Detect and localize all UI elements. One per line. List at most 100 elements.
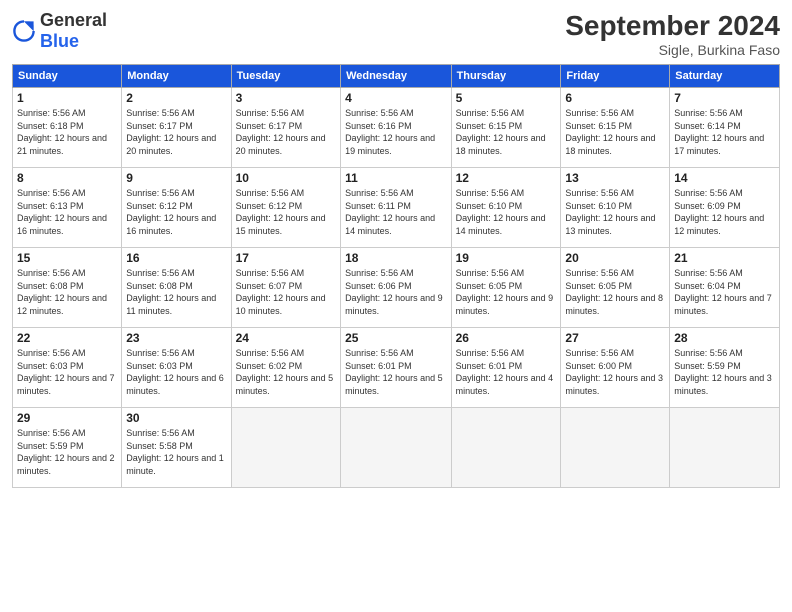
day-cell-10: 10 Sunrise: 5:56 AM Sunset: 6:12 PM Dayli… [231,168,340,248]
day-detail: Sunrise: 5:56 AM Sunset: 6:01 PM Dayligh… [345,347,447,397]
day-detail: Sunrise: 5:56 AM Sunset: 6:10 PM Dayligh… [565,187,665,237]
day-cell-30: 30Sunrise: 5:56 AM Sunset: 5:58 PM Dayli… [122,408,231,488]
empty-cell [561,408,670,488]
day-detail: Sunrise: 5:56 AM Sunset: 6:15 PM Dayligh… [456,107,557,157]
location-subtitle: Sigle, Burkina Faso [565,42,780,58]
day-cell-22: 22 Sunrise: 5:56 AM Sunset: 6:03 PM Dayli… [13,328,122,408]
header: General Blue September 2024 Sigle, Burki… [12,10,780,58]
day-cell-23: 23 Sunrise: 5:56 AM Sunset: 6:03 PM Dayli… [122,328,231,408]
weekday-header-tuesday: Tuesday [231,65,340,88]
day-number: 29 [17,411,117,425]
day-detail: Sunrise: 5:56 AM Sunset: 6:08 PM Dayligh… [17,267,117,317]
day-cell-3: 3 Sunrise: 5:56 AM Sunset: 6:17 PM Daylig… [231,88,340,168]
day-detail: Sunrise: 5:56 AM Sunset: 6:05 PM Dayligh… [565,267,665,317]
day-cell-18: 18 Sunrise: 5:56 AM Sunset: 6:06 PM Dayli… [341,248,452,328]
day-detail: Sunrise: 5:56 AM Sunset: 6:09 PM Dayligh… [674,187,775,237]
day-number: 3 [236,91,336,105]
day-number: 6 [565,91,665,105]
day-number: 5 [456,91,557,105]
day-detail: Sunrise: 5:56 AM Sunset: 6:08 PM Dayligh… [126,267,226,317]
weekday-header-monday: Monday [122,65,231,88]
day-detail: Sunrise: 5:56 AM Sunset: 6:13 PM Dayligh… [17,187,117,237]
day-cell-15: 15 Sunrise: 5:56 AM Sunset: 6:08 PM Dayli… [13,248,122,328]
empty-cell [670,408,780,488]
day-number: 9 [126,171,226,185]
day-cell-17: 17Sunrise: 5:56 AM Sunset: 6:07 PM Dayli… [231,248,340,328]
day-detail: Sunrise: 5:56 AM Sunset: 6:04 PM Dayligh… [674,267,775,317]
day-number: 4 [345,91,447,105]
day-detail: Sunrise: 5:56 AM Sunset: 6:14 PM Dayligh… [674,107,775,157]
day-cell-13: 13 Sunrise: 5:56 AM Sunset: 6:10 PM Dayli… [561,168,670,248]
day-number: 14 [674,171,775,185]
week-row-4: 22 Sunrise: 5:56 AM Sunset: 6:03 PM Dayli… [13,328,780,408]
day-cell-29: 29 Sunrise: 5:56 AM Sunset: 5:59 PM Dayli… [13,408,122,488]
day-number: 8 [17,171,117,185]
day-cell-7: 7 Sunrise: 5:56 AM Sunset: 6:14 PM Daylig… [670,88,780,168]
day-detail: Sunrise: 5:56 AM Sunset: 6:03 PM Dayligh… [17,347,117,397]
day-detail: Sunrise: 5:56 AM Sunset: 6:10 PM Dayligh… [456,187,557,237]
day-cell-6: 6 Sunrise: 5:56 AM Sunset: 6:15 PM Daylig… [561,88,670,168]
day-detail: Sunrise: 5:56 AM Sunset: 5:58 PM Dayligh… [126,427,226,477]
day-number: 2 [126,91,226,105]
logo-general: General [40,10,107,30]
day-number: 15 [17,251,117,265]
day-number: 25 [345,331,447,345]
day-cell-19: 19 Sunrise: 5:56 AM Sunset: 6:05 PM Dayli… [451,248,561,328]
day-number: 24 [236,331,336,345]
day-cell-12: 12Sunrise: 5:56 AM Sunset: 6:10 PM Dayli… [451,168,561,248]
day-cell-27: 27Sunrise: 5:56 AM Sunset: 6:00 PM Dayli… [561,328,670,408]
day-cell-1: 1Sunrise: 5:56 AM Sunset: 6:18 PM Daylig… [13,88,122,168]
day-detail: Sunrise: 5:56 AM Sunset: 6:00 PM Dayligh… [565,347,665,397]
empty-cell [341,408,452,488]
day-cell-16: 16 Sunrise: 5:56 AM Sunset: 6:08 PM Dayli… [122,248,231,328]
weekday-header-sunday: Sunday [13,65,122,88]
day-cell-11: 11Sunrise: 5:56 AM Sunset: 6:11 PM Dayli… [341,168,452,248]
day-detail: Sunrise: 5:56 AM Sunset: 5:59 PM Dayligh… [17,427,117,477]
day-number: 10 [236,171,336,185]
day-detail: Sunrise: 5:56 AM Sunset: 6:03 PM Dayligh… [126,347,226,397]
day-detail: Sunrise: 5:56 AM Sunset: 6:11 PM Dayligh… [345,187,447,237]
day-number: 7 [674,91,775,105]
day-number: 18 [345,251,447,265]
empty-cell [451,408,561,488]
day-number: 19 [456,251,557,265]
day-cell-9: 9 Sunrise: 5:56 AM Sunset: 6:12 PM Daylig… [122,168,231,248]
day-number: 23 [126,331,226,345]
day-cell-5: 5 Sunrise: 5:56 AM Sunset: 6:15 PM Daylig… [451,88,561,168]
day-detail: Sunrise: 5:56 AM Sunset: 6:05 PM Dayligh… [456,267,557,317]
week-row-5: 29 Sunrise: 5:56 AM Sunset: 5:59 PM Dayli… [13,408,780,488]
day-cell-24: 24Sunrise: 5:56 AM Sunset: 6:02 PM Dayli… [231,328,340,408]
day-detail: Sunrise: 5:56 AM Sunset: 6:15 PM Dayligh… [565,107,665,157]
day-detail: Sunrise: 5:56 AM Sunset: 6:18 PM Dayligh… [17,107,117,157]
week-row-2: 8 Sunrise: 5:56 AM Sunset: 6:13 PM Daylig… [13,168,780,248]
day-cell-4: 4 Sunrise: 5:56 AM Sunset: 6:16 PM Daylig… [341,88,452,168]
week-row-1: 1Sunrise: 5:56 AM Sunset: 6:18 PM Daylig… [13,88,780,168]
day-cell-21: 21 Sunrise: 5:56 AM Sunset: 6:04 PM Dayli… [670,248,780,328]
day-detail: Sunrise: 5:56 AM Sunset: 6:17 PM Dayligh… [126,107,226,157]
page-container: General Blue September 2024 Sigle, Burki… [0,0,792,496]
weekday-header-thursday: Thursday [451,65,561,88]
weekday-header-wednesday: Wednesday [341,65,452,88]
day-cell-26: 26Sunrise: 5:56 AM Sunset: 6:01 PM Dayli… [451,328,561,408]
day-number: 28 [674,331,775,345]
day-detail: Sunrise: 5:56 AM Sunset: 5:59 PM Dayligh… [674,347,775,397]
day-detail: Sunrise: 5:56 AM Sunset: 6:17 PM Dayligh… [236,107,336,157]
day-number: 16 [126,251,226,265]
day-detail: Sunrise: 5:56 AM Sunset: 6:16 PM Dayligh… [345,107,447,157]
empty-cell [231,408,340,488]
logo-text: General Blue [40,10,107,52]
day-number: 21 [674,251,775,265]
day-cell-2: 2 Sunrise: 5:56 AM Sunset: 6:17 PM Daylig… [122,88,231,168]
day-detail: Sunrise: 5:56 AM Sunset: 6:12 PM Dayligh… [236,187,336,237]
day-detail: Sunrise: 5:56 AM Sunset: 6:12 PM Dayligh… [126,187,226,237]
day-number: 13 [565,171,665,185]
day-detail: Sunrise: 5:56 AM Sunset: 6:06 PM Dayligh… [345,267,447,317]
logo-blue: Blue [40,31,79,51]
title-block: September 2024 Sigle, Burkina Faso [565,10,780,58]
week-row-3: 15 Sunrise: 5:56 AM Sunset: 6:08 PM Dayli… [13,248,780,328]
day-detail: Sunrise: 5:56 AM Sunset: 6:07 PM Dayligh… [236,267,336,317]
weekday-header-row: SundayMondayTuesdayWednesdayThursdayFrid… [13,65,780,88]
logo-icon [12,19,36,43]
day-cell-25: 25 Sunrise: 5:56 AM Sunset: 6:01 PM Dayli… [341,328,452,408]
day-number: 22 [17,331,117,345]
